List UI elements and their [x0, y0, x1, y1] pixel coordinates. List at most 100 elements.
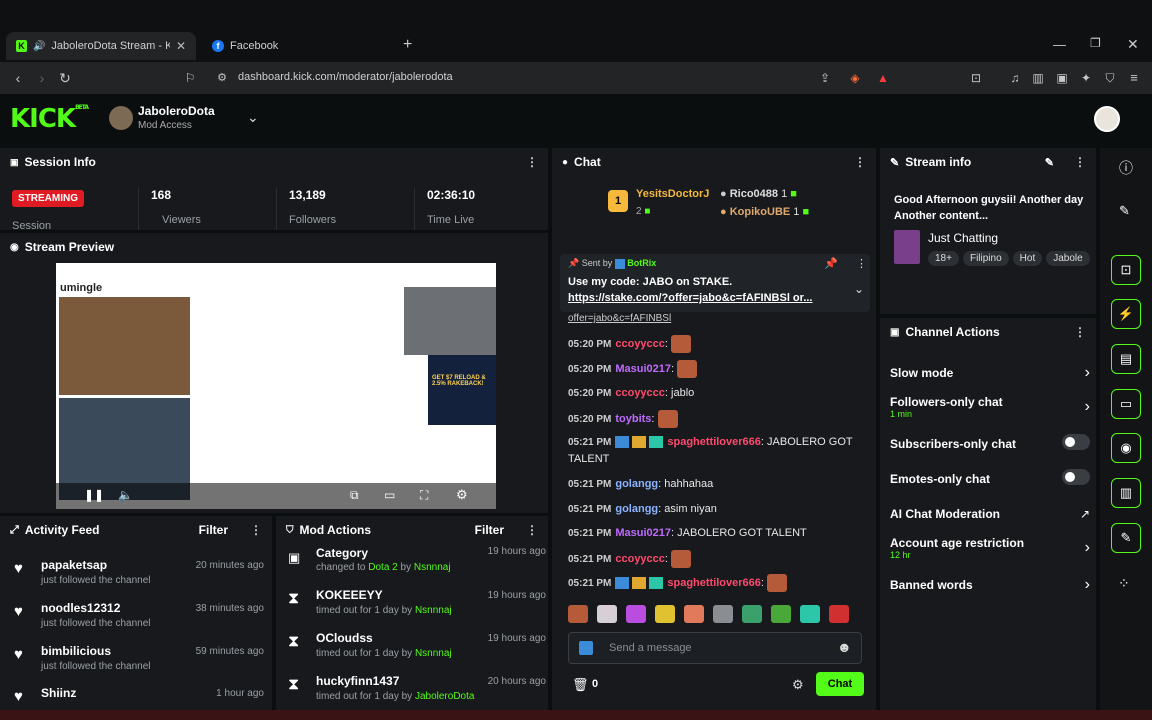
sidebar-button-chat[interactable]: ▭	[1111, 389, 1141, 419]
sidebar-button-scan[interactable]: ⊡	[1111, 255, 1141, 285]
edit-icon[interactable]: ✎	[1119, 203, 1130, 219]
tag[interactable]: Jabole	[1046, 251, 1090, 266]
filter-button[interactable]: Filter	[475, 523, 504, 537]
emote-icon[interactable]	[655, 605, 675, 623]
mod-action-item[interactable]: ▣ Category changed to Dota 2 by Nsnnnaj …	[286, 546, 546, 588]
chevron-down-icon[interactable]: ⌄	[854, 282, 864, 296]
apps-icon[interactable]: ⁘	[1118, 575, 1130, 592]
pin-icon[interactable]: 📌	[824, 257, 838, 270]
emote-icon[interactable]	[684, 605, 704, 623]
tab-facebook[interactable]: f Facebook	[202, 32, 392, 60]
screenshot-icon[interactable]: ⊡	[966, 68, 986, 88]
reload-icon[interactable]: ↻	[55, 68, 75, 88]
menu-icon[interactable]: ≡	[1124, 68, 1144, 88]
tab-kick[interactable]: K 🔊 JaboleroDota Stream - Kick D ✕	[6, 32, 196, 60]
sidebar-button-tools[interactable]: ✎	[1111, 523, 1141, 553]
tag[interactable]: Hot	[1012, 251, 1043, 266]
back-icon[interactable]: ‹	[8, 68, 28, 88]
video-player[interactable]: umingle GET $7 RELOAD & 2.5% RAKEBACK! ❚…	[56, 263, 496, 509]
chevron-right-icon[interactable]: ›	[1085, 576, 1090, 594]
brave-shield-icon[interactable]: ◈	[845, 68, 865, 88]
more-options-icon[interactable]: ⋮	[1074, 155, 1086, 169]
chat-username[interactable]: ccoyyccc	[615, 338, 665, 350]
kick-logo[interactable]: KICKBETA	[10, 104, 89, 134]
emote-icon[interactable]	[742, 605, 762, 623]
site-settings-icon[interactable]: ⚙	[212, 68, 232, 88]
chat-username[interactable]: spaghettilover666	[667, 577, 761, 589]
subscribers-only-row[interactable]: Subscribers-only chat	[890, 434, 1090, 467]
music-icon[interactable]: ♫	[1005, 68, 1025, 88]
chat-message[interactable]: 05:21 PM golangg: hahhahaa	[568, 476, 858, 493]
forward-icon[interactable]: ›	[32, 68, 52, 88]
ai-moderation-row[interactable]: AI Chat Moderation ↗	[890, 507, 1090, 537]
maximize-button[interactable]: ❐	[1090, 36, 1101, 50]
chat-message[interactable]: 05:21 PM ccoyyccc:	[568, 550, 858, 568]
points-icon[interactable]: 🗑	[572, 677, 589, 693]
new-tab-button[interactable]: +	[403, 36, 412, 54]
theater-icon[interactable]: ▭	[384, 488, 395, 502]
volume-icon[interactable]: 🔈	[118, 488, 133, 502]
external-link-icon[interactable]: ↗	[1080, 507, 1090, 521]
emote-icon[interactable]	[800, 605, 820, 623]
emote-icon[interactable]	[597, 605, 617, 623]
chat-message[interactable]: 05:21 PM golangg: asim niyan	[568, 501, 858, 518]
chat-username[interactable]: Masui0217	[615, 363, 671, 375]
emote-icon[interactable]	[713, 605, 733, 623]
chat-username[interactable]: ccoyyccc	[615, 553, 665, 565]
chat-message[interactable]: 05:20 PM Masui0217:	[568, 360, 858, 378]
close-tab-icon[interactable]: ✕	[176, 39, 186, 53]
followers-only-row[interactable]: Followers-only chat 1 min ›	[890, 395, 1090, 425]
account-age-row[interactable]: Account age restriction 12 hr ›	[890, 536, 1090, 566]
emote-icon[interactable]	[771, 605, 791, 623]
chat-username[interactable]: Masui0217	[615, 527, 671, 539]
chat-username[interactable]: ccoyyccc	[615, 387, 665, 399]
settings-icon[interactable]: ⚙	[456, 487, 468, 503]
emote-icon[interactable]	[626, 605, 646, 623]
chevron-right-icon[interactable]: ›	[1085, 539, 1090, 557]
share-icon[interactable]: ⇪	[815, 68, 835, 88]
chat-username[interactable]: spaghettilover666	[667, 436, 761, 448]
chat-message[interactable]: 05:21 PM Masui0217: JABOLERO GOT TALENT	[568, 525, 858, 542]
minimize-button[interactable]: —	[1053, 37, 1066, 52]
chat-username[interactable]: toybits	[615, 413, 651, 425]
slow-mode-row[interactable]: Slow mode ›	[890, 364, 1090, 396]
rewards-icon[interactable]: ▲	[873, 68, 893, 88]
send-chat-button[interactable]: Chat	[816, 672, 864, 696]
chat-message[interactable]: 05:20 PM ccoyyccc:	[568, 335, 858, 353]
banned-words-row[interactable]: Banned words ›	[890, 576, 1090, 608]
emote-icon[interactable]	[829, 605, 849, 623]
more-options-icon[interactable]: ⋮	[526, 155, 538, 169]
feed-item[interactable]: ♥ noodles12312 just followed the channel…	[14, 601, 264, 641]
bookmark-icon[interactable]: ⚐	[180, 68, 200, 88]
edit-icon[interactable]: ✎	[1045, 156, 1054, 169]
more-options-icon[interactable]: ⋮	[1074, 325, 1086, 339]
channel-avatar[interactable]	[109, 106, 133, 130]
mod-action-item[interactable]: ⧗ huckyfinn1437 timed out for 1 day by J…	[286, 674, 546, 710]
mod-action-item[interactable]: ⧗ OCloudss timed out for 1 day by Nsnnna…	[286, 631, 546, 671]
mod-action-item[interactable]: ⧗ KOKEEEYY timed out for 1 day by Nsnnna…	[286, 588, 546, 628]
sidebar-button-notes[interactable]: ▤	[1111, 344, 1141, 374]
extensions-icon[interactable]: ✦	[1076, 68, 1096, 88]
emote-icon[interactable]	[568, 605, 588, 623]
pip-icon[interactable]: ⧉	[350, 488, 359, 503]
filter-button[interactable]: Filter	[199, 523, 228, 537]
info-icon[interactable]: ⓘ	[1119, 158, 1133, 178]
url-field[interactable]: dashboard.kick.com/moderator/jabolerodot…	[238, 71, 453, 83]
feed-item[interactable]: ♥ Shiinz 1 hour ago	[14, 686, 264, 710]
vpn-icon[interactable]: ⛉	[1100, 68, 1120, 88]
emotes-only-row[interactable]: Emotes-only chat	[890, 469, 1090, 502]
chat-username[interactable]: golangg	[615, 503, 658, 515]
sidebar-button-broadcast[interactable]: ◉	[1111, 433, 1141, 463]
wallet-icon[interactable]: ▣	[1052, 68, 1072, 88]
chat-message[interactable]: 05:21 PM spaghettilover666:	[568, 574, 858, 592]
chat-message[interactable]: 05:21 PM spaghettilover666: JABOLERO GOT …	[568, 434, 858, 468]
pinned-message[interactable]: 📌 Sent by BotRix 📌 ⋮ Use my code: JABO o…	[560, 254, 870, 312]
chat-input[interactable]: Send a message ☻	[568, 632, 862, 664]
tag[interactable]: Filipino	[962, 251, 1009, 266]
top-gifter-name[interactable]: YesitsDoctorJ	[636, 188, 709, 200]
more-options-icon[interactable]: ⋮	[856, 257, 867, 270]
chat-settings-icon[interactable]: ⚙	[792, 677, 804, 693]
subscribers-only-toggle[interactable]	[1062, 434, 1090, 450]
sidebar-icon[interactable]: ▥	[1028, 68, 1048, 88]
user-avatar[interactable]	[1094, 106, 1120, 132]
